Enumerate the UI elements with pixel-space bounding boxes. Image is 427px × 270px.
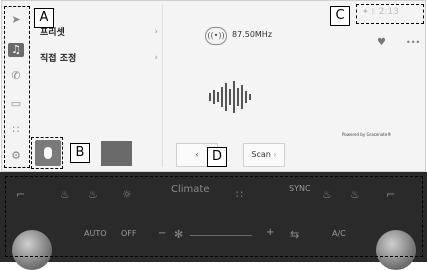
- menu-item-manual-tune[interactable]: 직접 조정 ›: [40, 51, 158, 77]
- station-frequency: 87.50MHz: [232, 30, 273, 39]
- radio-menu: 프리셋 › 직접 조정 ›: [40, 25, 158, 77]
- menu-item-preset[interactable]: 프리셋 ›: [40, 25, 158, 51]
- scan-label: Scan: [251, 150, 271, 159]
- callout-label-c: C: [330, 6, 350, 26]
- chevron-left-icon: ‹: [195, 150, 199, 159]
- callout-region-c: [356, 4, 424, 24]
- chevron-right-icon: ›: [154, 27, 158, 37]
- divider: [162, 5, 163, 167]
- more-options-icon[interactable]: •••: [406, 38, 420, 47]
- scan-button[interactable]: Scan ›: [243, 143, 285, 167]
- chevron-right-icon: ›: [273, 150, 277, 159]
- callout-region-d: [5, 176, 423, 257]
- callout-label-d: D: [207, 147, 227, 167]
- chevron-right-icon: ›: [154, 53, 158, 63]
- menu-item-label: 직접 조정: [40, 54, 77, 64]
- callout-label-a: A: [34, 8, 54, 28]
- radio-station-icon: ((•)): [205, 27, 227, 45]
- audio-waveform-icon: [209, 81, 251, 113]
- callout-region-b: [31, 137, 63, 169]
- callout-region-a: [4, 6, 30, 168]
- favorite-icon[interactable]: ♥: [377, 37, 386, 48]
- menu-item-label: 프리셋: [40, 28, 65, 38]
- menu-toggle-button[interactable]: [101, 141, 132, 166]
- powered-by-label: Powered by Gracenote®: [342, 132, 392, 137]
- callout-label-b: B: [70, 143, 90, 163]
